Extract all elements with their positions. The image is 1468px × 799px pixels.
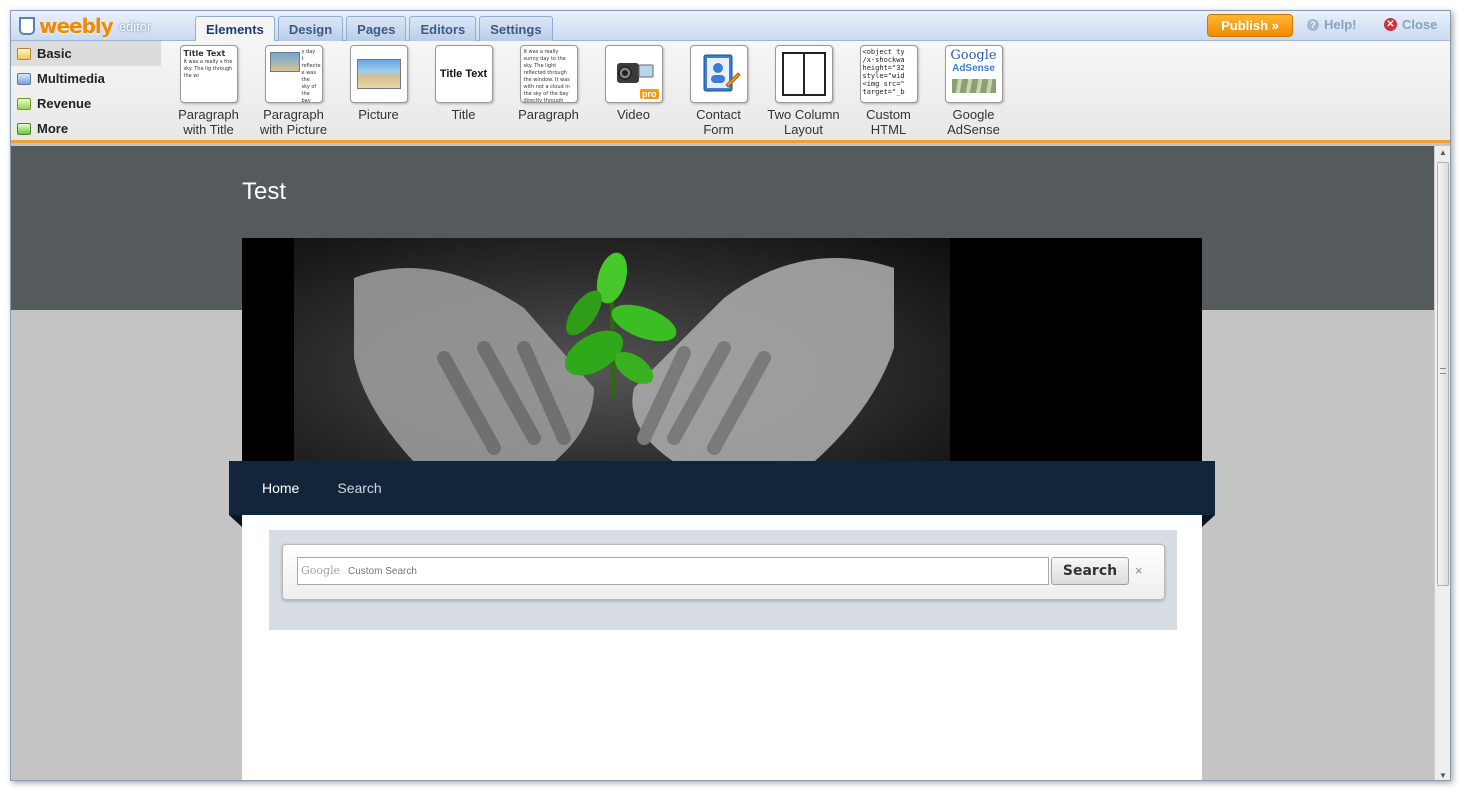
editor-window: weebly editor Elements Design Pages Edit… [10,10,1451,781]
category-revenue[interactable]: Revenue [11,91,161,116]
element-label: Google [952,107,995,122]
element-custom-html[interactable]: <object ty /x-shockwa height="32 style="… [846,45,931,137]
element-label: Video [616,107,650,122]
multimedia-icon [17,72,31,85]
page-content: Google Search × [242,515,1202,780]
tab-design[interactable]: Design [277,16,344,41]
element-video[interactable]: pro Video [591,45,676,137]
element-label: Custom [866,107,911,122]
site-title[interactable]: Test [242,178,286,206]
tab-bar: Elements Design Pages Editors Settings [195,16,553,42]
top-bar: weebly editor Elements Design Pages Edit… [11,11,1450,42]
tab-settings[interactable]: Settings [479,16,553,41]
thumb-text: It was a really s the sky. The lig throu… [183,59,233,79]
contact-book-icon [689,45,748,103]
element-label: Layout [783,122,824,137]
pro-badge: pro [640,89,659,99]
scroll-down-arrow-icon[interactable]: ▼ [1439,771,1447,780]
elements-panel: Basic Multimedia Revenue More Title Text… [11,41,1450,143]
paragraph-icon: It was a really sunny day to the sky. Th… [519,45,578,103]
element-paragraph-with-picture[interactable]: y day t reflecte e was the sky of the ba… [251,45,336,137]
clear-search-icon[interactable]: × [1135,563,1143,578]
nav-fold-right [1202,515,1215,527]
category-label: Multimedia [37,71,105,86]
thumb-text: It was a really sunny day to the sky. Th… [523,49,570,102]
category-label: Revenue [37,96,92,111]
element-label: HTML [870,122,907,137]
thumb-code: <object ty /x-shockwa height="32 style="… [862,48,905,96]
title-icon: Title Text [434,45,493,103]
logo-suffix: editor [118,18,152,34]
element-label: Paragraph [263,107,324,122]
revenue-folder-icon [17,97,31,110]
tab-editors[interactable]: Editors [409,16,477,41]
element-label: Paragraph [178,107,239,122]
grip-icon [1440,368,1446,374]
thumb-google: Google [950,48,997,63]
element-label: Paragraph [518,107,579,122]
category-label: Basic [37,46,72,61]
element-label: AdSense [947,122,1000,137]
close-button[interactable]: ✕ Close [1384,17,1437,32]
element-label: with Picture [259,122,328,137]
element-two-column-layout[interactable]: Two Column Layout [761,45,846,137]
weebly-cup-icon [19,17,35,35]
category-multimedia[interactable]: Multimedia [11,66,161,91]
nav-fold-left [229,515,242,527]
element-picture[interactable]: Picture [336,45,421,137]
weebly-logo: weebly editor [19,14,151,38]
paragraph-with-picture-icon: y day t reflecte e was the sky of the ba… [264,45,323,103]
paragraph-with-title-icon: Title Text It was a really s the sky. The… [179,45,238,103]
thumb-title: Title Text [439,68,488,80]
tab-pages[interactable]: Pages [346,16,407,41]
logo-brand: weebly [39,14,114,38]
thumb-adsense: AdSense [952,63,995,74]
two-column-icon [774,45,833,103]
google-search-input[interactable] [297,557,1049,585]
header-banner-image[interactable] [242,238,1202,462]
tab-elements[interactable]: Elements [195,16,275,42]
close-icon: ✕ [1384,18,1397,31]
element-label: Two Column [767,107,840,122]
thumb-title: Title Text [183,49,226,58]
adsense-icon: Google AdSense [944,45,1003,103]
element-google-adsense[interactable]: Google AdSense Google AdSense [931,45,1016,137]
picture-icon [349,45,408,103]
scroll-up-arrow-icon[interactable]: ▲ [1439,148,1447,157]
help-button[interactable]: ? Help! [1307,17,1357,32]
banner-photo [294,238,950,462]
basic-folder-icon [17,47,31,60]
element-title[interactable]: Title Text Title [421,45,506,137]
element-paragraph[interactable]: It was a really sunny day to the sky. Th… [506,45,591,137]
element-contact-form[interactable]: Contact Form [676,45,761,137]
site-navigation: Home Search [229,461,1215,515]
google-search-button[interactable]: Search [1051,557,1129,585]
vertical-scrollbar[interactable]: ▲ ▼ [1434,146,1450,780]
element-label: Title [451,107,476,122]
element-label: Form [703,122,734,137]
element-label: Picture [358,107,399,122]
nav-item-search[interactable]: Search [337,480,381,496]
close-label: Close [1402,17,1438,32]
category-basic[interactable]: Basic [11,41,161,66]
video-camera-icon: pro [604,45,663,103]
search-element: Google Search × [269,530,1177,630]
help-label: Help! [1324,17,1357,32]
code-icon: <object ty /x-shockwa height="32 style="… [859,45,918,103]
scrollbar-thumb[interactable] [1437,162,1449,586]
google-search-box: Google Search × [282,544,1165,600]
publish-button[interactable]: Publish » [1207,14,1293,37]
element-palette: Title Text It was a really s the sky. The… [166,45,1016,137]
element-label: Contact [696,107,741,122]
element-paragraph-with-title[interactable]: Title Text It was a really s the sky. The… [166,45,251,137]
page-canvas: Test Home Search Custom Search Google Se… [11,146,1434,780]
category-list: Basic Multimedia Revenue More [11,41,161,140]
nav-item-home[interactable]: Home [262,480,299,496]
help-icon: ? [1307,18,1319,31]
category-more[interactable]: More [11,116,161,141]
element-label: with Title [183,122,234,137]
more-arrow-icon [17,122,31,135]
category-label: More [37,121,69,136]
